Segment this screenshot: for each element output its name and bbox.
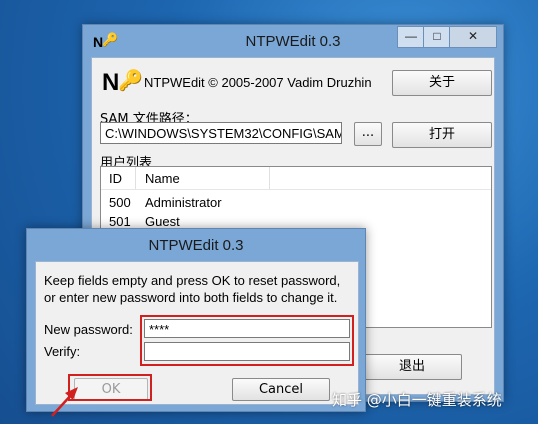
column-header-name[interactable]: Name [145, 171, 180, 186]
user-id: 500 [109, 195, 131, 210]
user-name: Guest [145, 214, 180, 229]
minimize-button[interactable]: — [397, 26, 425, 48]
new-password-field[interactable]: **** [144, 319, 350, 338]
maximize-button[interactable]: □ [423, 26, 451, 48]
red-arrow-icon [51, 387, 78, 417]
close-button[interactable]: ✕ [449, 26, 497, 48]
dialog-title: NTPWEdit 0.3 [148, 237, 244, 254]
ntpwedit-logo-icon: N 🔑 [102, 69, 143, 96]
dialog-client-area: Keep fields empty and press OK to reset … [35, 261, 359, 417]
user-name: Administrator [145, 195, 222, 210]
change-password-dialog: NTPWEdit 0.3 Keep fields empty and press… [26, 228, 366, 417]
exit-button[interactable]: 退出 [362, 354, 462, 380]
user-list-header: ID Name [101, 167, 491, 190]
new-password-label: New password: [44, 322, 133, 337]
column-divider [269, 167, 270, 189]
watermark-text: 知乎 @小白一键重装系统 [332, 391, 502, 409]
column-divider [135, 167, 136, 189]
verify-password-field[interactable] [144, 342, 350, 361]
sam-path-field[interactable]: C:\WINDOWS\SYSTEM32\CONFIG\SAM [100, 122, 342, 144]
browse-button[interactable]: ... [354, 122, 382, 146]
user-id: 501 [109, 214, 131, 229]
dialog-message: Keep fields empty and press OK to reset … [44, 273, 341, 305]
copyright-text: NTPWEdit © 2005-2007 Vadim Druzhin [144, 75, 372, 90]
column-header-id[interactable]: ID [109, 171, 122, 186]
about-button[interactable]: 关于 [392, 70, 492, 96]
open-button[interactable]: 打开 [392, 122, 492, 148]
list-item[interactable]: 500 Administrator [101, 195, 491, 214]
main-title-bar[interactable]: N 🔑 NTPWEdit 0.3 — □ ✕ [83, 25, 503, 57]
cancel-button[interactable]: Cancel [232, 378, 330, 401]
verify-label: Verify: [44, 344, 81, 359]
